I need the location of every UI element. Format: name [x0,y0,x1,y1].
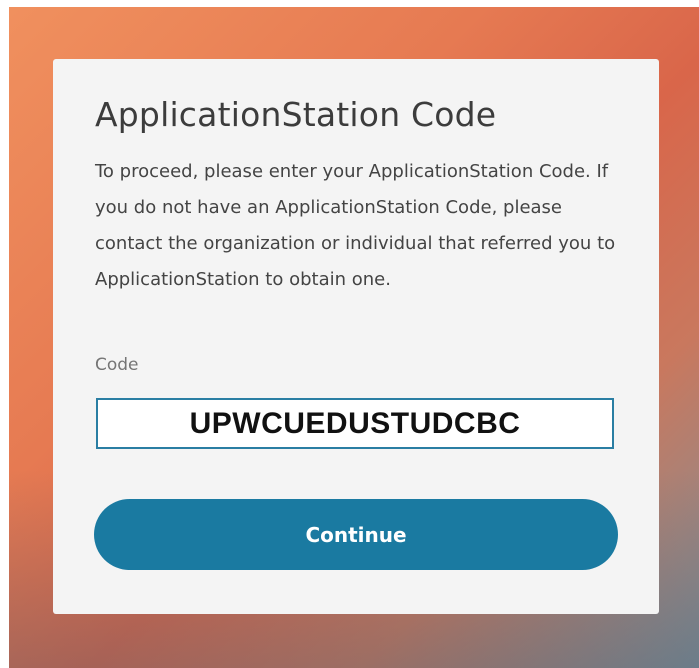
code-label: Code [95,355,139,375]
code-entry-card: ApplicationStation Code To proceed, plea… [53,59,659,614]
continue-button[interactable]: Continue [94,499,618,570]
dialog-title: ApplicationStation Code [95,95,497,134]
code-input[interactable] [96,398,614,449]
dialog-description: To proceed, please enter your Applicatio… [95,161,616,290]
